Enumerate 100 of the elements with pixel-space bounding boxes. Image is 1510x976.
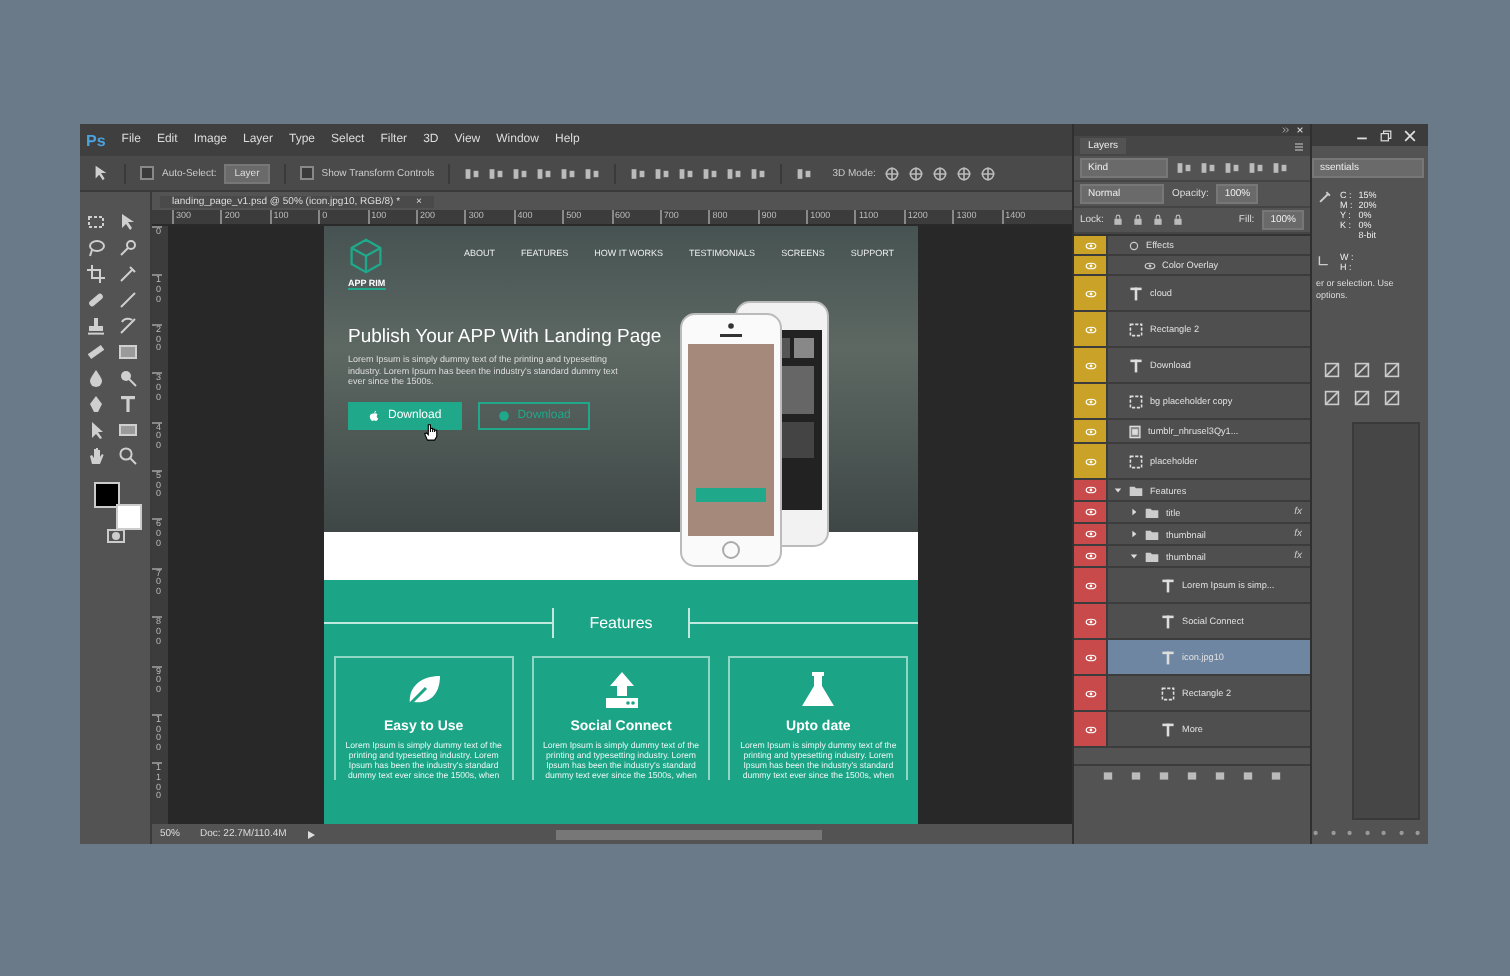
distribute-icon[interactable] [630,165,647,181]
align-icon[interactable] [536,165,553,181]
caret-right-icon[interactable] [1130,507,1138,515]
visibility-cell[interactable] [1074,568,1108,602]
3d-tool-icon[interactable] [979,165,996,181]
play-triangle-icon[interactable] [306,829,317,839]
text-layer-icon [1160,613,1176,629]
drop-tool-icon[interactable] [86,368,106,388]
3d-tool-icon[interactable] [955,165,972,181]
path-select-tool-icon[interactable] [86,420,106,440]
filter-icon[interactable] [1272,160,1288,176]
text-layer-icon [1128,285,1144,301]
eye-icon[interactable] [1083,687,1097,699]
gradient-tool-icon[interactable] [118,342,138,362]
quick-mask-icon[interactable] [105,526,125,546]
caret-right-icon[interactable] [1130,529,1138,537]
visibility-cell[interactable] [1074,348,1108,382]
filter-icon[interactable] [1248,160,1264,176]
auto-align-icon[interactable] [796,165,813,181]
filter-icon[interactable] [1224,160,1240,176]
close-icon[interactable] [1404,129,1416,141]
upload-icon [601,670,641,710]
distribute-icon[interactable] [654,165,671,181]
shape-layer-icon [1128,321,1144,337]
foreground-color-swatch[interactable] [93,482,119,508]
shape-layer-icon [1128,393,1144,409]
lock-option-icon[interactable] [1131,214,1144,226]
visibility-cell[interactable] [1074,276,1108,310]
close-icon[interactable] [1296,126,1304,134]
rectangle-tool-icon[interactable] [118,420,138,440]
eye-icon[interactable] [1083,506,1097,518]
visibility-cell[interactable] [1074,444,1108,478]
lock-option-icon[interactable] [1151,214,1164,226]
filter-icon[interactable] [1200,160,1216,176]
align-icon[interactable] [464,165,481,181]
eye-icon[interactable] [1083,550,1097,562]
type-tool-icon[interactable] [118,394,138,414]
pen-tool-icon[interactable] [86,394,106,414]
align-icon[interactable] [584,165,601,181]
distribute-icon[interactable] [678,165,695,181]
brush-tool-icon[interactable] [118,290,138,310]
restore-icon[interactable] [1380,129,1392,141]
checkbox[interactable] [299,166,314,180]
visibility-cell[interactable] [1074,712,1108,746]
lock-option-icon[interactable] [1111,214,1124,226]
visibility-cell[interactable] [1074,676,1108,710]
marquee-tool-icon[interactable] [86,212,106,232]
visibility-cell[interactable] [1074,524,1108,544]
dodge-tool-icon[interactable] [118,368,138,388]
move-tool-icon[interactable] [118,212,138,232]
crop-tool-icon[interactable] [86,264,106,284]
lasso-tool-icon[interactable] [86,238,106,258]
lock-option-icon[interactable] [1171,214,1184,226]
distribute-icon[interactable] [750,165,767,181]
text-layer-icon [1160,721,1176,737]
eye-icon[interactable] [1083,484,1097,496]
3d-tool-icon[interactable] [883,165,900,181]
eye-icon[interactable] [1083,615,1097,627]
hand-tool-icon[interactable] [86,446,106,466]
stamp-tool-icon[interactable] [86,316,106,336]
visibility-cell[interactable] [1074,384,1108,418]
scrollbar-thumb[interactable] [556,829,823,839]
distribute-icon[interactable] [702,165,719,181]
caret-down-icon[interactable] [1114,485,1122,493]
eye-icon[interactable] [1083,528,1097,540]
visibility-cell[interactable] [1074,420,1108,442]
eye-icon[interactable] [1083,723,1097,735]
hand-cursor-icon [422,421,440,441]
eyedropper-tool-icon[interactable] [118,264,138,284]
collapse-icon[interactable] [1282,126,1290,134]
caret-down-icon[interactable] [1130,551,1138,559]
visibility-cell[interactable] [1074,480,1108,500]
history-brush-tool-icon[interactable] [118,316,138,336]
visibility-cell[interactable] [1074,256,1108,274]
menu-icon[interactable] [1294,141,1304,151]
align-icon[interactable] [560,165,577,181]
effects-icon [1128,239,1140,251]
3d-tool-icon[interactable] [907,165,924,181]
distribute-icon[interactable] [726,165,743,181]
visibility-cell[interactable] [1074,604,1108,638]
align-icon[interactable] [512,165,529,181]
text-layer-icon [1128,357,1144,373]
visibility-cell[interactable] [1074,236,1108,254]
visibility-cell[interactable] [1074,640,1108,674]
visibility-cell[interactable] [1074,502,1108,522]
background-color-swatch[interactable] [115,504,141,530]
3d-tool-icon[interactable] [931,165,948,181]
move-tool-icon[interactable] [92,164,110,182]
quick-select-tool-icon[interactable] [118,238,138,258]
eye-icon[interactable] [1083,579,1097,591]
shape-layer-icon [1128,453,1144,469]
apple-icon [368,409,380,421]
visibility-cell[interactable] [1074,546,1108,566]
leaf-icon [403,670,444,710]
visibility-cell[interactable] [1074,312,1108,346]
align-icon[interactable] [488,165,505,181]
zoom-tool-icon[interactable] [118,446,138,466]
eye-icon[interactable] [1083,651,1097,663]
checkbox[interactable] [140,166,154,180]
filter-icon[interactable] [1176,160,1192,176]
